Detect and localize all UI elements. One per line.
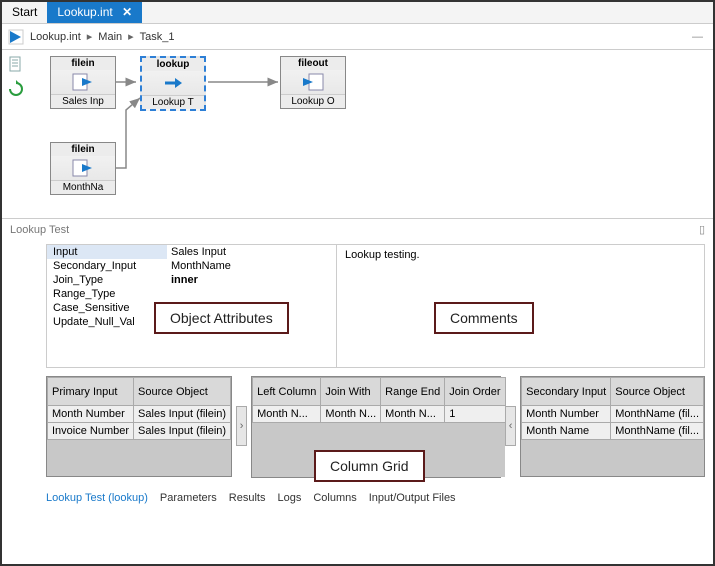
attr-key[interactable]: Range_Type [47, 287, 167, 301]
play-icon[interactable] [8, 29, 24, 45]
col-header[interactable]: Range End [381, 378, 445, 406]
cell[interactable]: MonthName (fil... [611, 406, 704, 423]
move-right-button[interactable]: › [236, 406, 247, 446]
refresh-icon[interactable] [7, 80, 25, 98]
col-header[interactable]: Left Column [253, 378, 321, 406]
node-lookup[interactable]: lookup Lookup T [140, 56, 206, 111]
document-icon[interactable] [7, 56, 25, 74]
editor-tabs: Start Lookup.int ✕ [2, 2, 713, 24]
chevron-right-icon: ▸ [128, 30, 134, 43]
chevron-right-icon: ▸ [87, 30, 93, 43]
crumb-file[interactable]: Lookup.int [30, 31, 81, 43]
btab-parameters[interactable]: Parameters [160, 492, 217, 504]
attr-value[interactable]: MonthName [167, 259, 336, 273]
node-fileout[interactable]: fileout Lookup O [280, 56, 346, 109]
pin-icon[interactable]: ▯ [699, 223, 705, 236]
node-footer: MonthNa [51, 180, 115, 194]
node-footer: Sales Inp [51, 94, 115, 108]
col-header[interactable]: Source Object [611, 378, 704, 406]
properties-area: InputSales Input Secondary_InputMonthNam… [46, 244, 705, 368]
flow-canvas[interactable]: filein Sales Inp lookup Lookup T fileout… [30, 50, 713, 218]
node-filein-month[interactable]: filein MonthNa [50, 142, 116, 195]
node-header: filein [51, 57, 115, 70]
primary-input-grid[interactable]: Primary InputSource Object Month NumberS… [46, 376, 232, 477]
cell[interactable]: MonthName (fil... [611, 423, 704, 440]
btab-columns[interactable]: Columns [313, 492, 356, 504]
cell[interactable]: Sales Input (filein) [134, 423, 231, 440]
attr-value[interactable] [167, 287, 336, 301]
tab-label: Lookup.int [57, 5, 112, 19]
col-header[interactable]: Join Order [445, 378, 505, 406]
cell[interactable]: Invoice Number [48, 423, 134, 440]
move-left-button[interactable]: ‹ [505, 406, 516, 446]
callout-comments: Comments [434, 302, 534, 334]
callout-object-attributes: Object Attributes [154, 302, 289, 334]
tab-lookup-int[interactable]: Lookup.int ✕ [47, 2, 142, 23]
col-header[interactable]: Join With [321, 378, 381, 406]
side-toolbar [2, 50, 30, 218]
callout-column-grid: Column Grid [314, 450, 425, 482]
btab-io-files[interactable]: Input/Output Files [369, 492, 456, 504]
cell[interactable]: Month Name [522, 423, 611, 440]
col-header[interactable]: Source Object [134, 378, 231, 406]
cell[interactable]: Sales Input (filein) [134, 406, 231, 423]
node-footer: Lookup O [281, 94, 345, 108]
node-header: fileout [281, 57, 345, 70]
close-icon[interactable]: ✕ [122, 5, 132, 19]
cell[interactable]: Month Number [48, 406, 134, 423]
crumb-task[interactable]: Task_1 [140, 31, 175, 43]
node-footer: Lookup T [142, 95, 204, 109]
node-header: filein [51, 143, 115, 156]
attr-key[interactable]: Case_Sensitive [47, 301, 167, 315]
btab-lookup-test[interactable]: Lookup Test (lookup) [46, 492, 148, 504]
breadcrumb: Lookup.int ▸ Main ▸ Task_1 — [2, 24, 713, 50]
panel-title: Lookup Test ▯ [2, 218, 713, 240]
cell[interactable]: Month N... [321, 406, 381, 423]
cell[interactable]: 1 [445, 406, 505, 423]
btab-results[interactable]: Results [229, 492, 266, 504]
btab-logs[interactable]: Logs [277, 492, 301, 504]
minimize-button[interactable]: — [688, 31, 707, 43]
bottom-tabs: Lookup Test (lookup) Parameters Results … [2, 486, 713, 508]
cell[interactable]: Month N... [253, 406, 321, 423]
cell[interactable]: Month Number [522, 406, 611, 423]
attr-key[interactable]: Input [47, 245, 167, 259]
col-header[interactable]: Secondary Input [522, 378, 611, 406]
attr-key[interactable]: Join_Type [47, 273, 167, 287]
panel-title-text: Lookup Test [10, 224, 69, 236]
attr-value[interactable]: inner [167, 273, 336, 287]
node-header: lookup [142, 58, 204, 71]
crumb-main[interactable]: Main [98, 31, 122, 43]
secondary-input-grid[interactable]: Secondary InputSource Object Month Numbe… [520, 376, 705, 477]
attr-value[interactable]: Sales Input [167, 245, 336, 259]
tab-start[interactable]: Start [2, 2, 47, 23]
attr-key[interactable]: Update_Null_Val [47, 315, 167, 329]
cell[interactable]: Month N... [381, 406, 445, 423]
col-header[interactable]: Primary Input [48, 378, 134, 406]
attr-key[interactable]: Secondary_Input [47, 259, 167, 273]
node-filein-sales[interactable]: filein Sales Inp [50, 56, 116, 109]
